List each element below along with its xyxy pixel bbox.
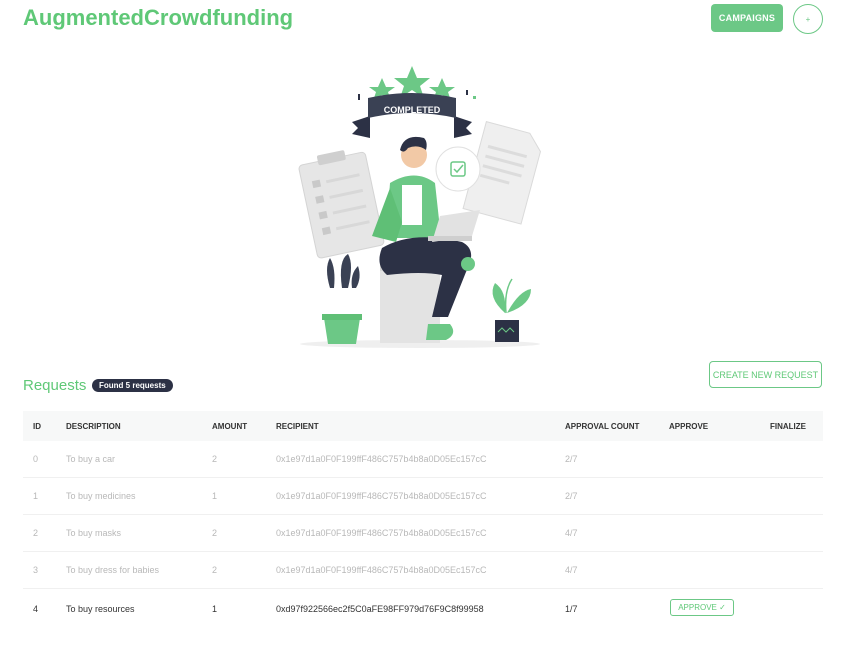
cell-id: 1 (33, 491, 39, 501)
table-row: 3 To buy dress for babies 2 0x1e97d1a0F0… (23, 552, 823, 589)
cell-approval-count: 4/7 (565, 528, 578, 538)
cell-recipient: 0x1e97d1a0F0F199ffF486C757b4b8a0D05Ec157… (276, 528, 487, 538)
cell-amount: 2 (212, 454, 218, 464)
campaigns-button[interactable]: CAMPAIGNS (711, 4, 783, 32)
col-description: DESCRIPTION (66, 422, 121, 431)
cell-description: To buy resources (66, 604, 135, 614)
add-icon[interactable]: + (793, 4, 823, 34)
cell-amount: 1 (212, 491, 218, 501)
table-header: ID DESCRIPTION AMOUNT RECIPIENT APPROVAL… (23, 411, 823, 441)
cell-recipient: 0x1e97d1a0F0F199ffF486C757b4b8a0D05Ec157… (276, 454, 487, 464)
col-recipient: RECIPIENT (276, 422, 319, 431)
ribbon-text: COMPLETED (384, 105, 441, 115)
cell-id: 2 (33, 528, 39, 538)
requests-title: Requests (23, 377, 87, 394)
completed-illustration: COMPLETED (298, 66, 541, 348)
cell-id: 3 (33, 565, 39, 575)
cell-description: To buy a car (66, 454, 116, 464)
cell-amount: 1 (212, 604, 218, 614)
brand-title[interactable]: AugmentedCrowdfunding (23, 5, 293, 31)
cell-recipient: 0xd97f922566ec2f5C0aFE98FF979d76F9C8f999… (276, 604, 484, 614)
cell-approval-count: 1/7 (565, 604, 578, 614)
col-id: ID (33, 422, 41, 431)
table-row: 2 To buy masks 2 0x1e97d1a0F0F199ffF486C… (23, 515, 823, 552)
cell-description: To buy medicines (66, 491, 136, 501)
cell-description: To buy masks (66, 528, 122, 538)
col-approve: APPROVE (669, 422, 709, 431)
cell-approval-count: 2/7 (565, 491, 578, 501)
col-approval-count: APPROVAL COUNT (565, 422, 640, 431)
table-row: 0 To buy a car 2 0x1e97d1a0F0F199ffF486C… (23, 441, 823, 478)
cell-amount: 2 (212, 528, 218, 538)
cell-id: 0 (33, 454, 39, 464)
create-request-button[interactable]: CREATE NEW REQUEST (709, 361, 822, 388)
cell-approval-count: 4/7 (565, 565, 578, 575)
cell-approval-count: 2/7 (565, 454, 578, 464)
table-row: 1 To buy medicines 1 0x1e97d1a0F0F199ffF… (23, 478, 823, 515)
table-row: 4 To buy resources 1 0xd97f922566ec2f5C0… (23, 589, 823, 629)
cell-recipient: 0x1e97d1a0F0F199ffF486C757b4b8a0D05Ec157… (276, 491, 487, 501)
col-finalize: FINALIZE (770, 422, 806, 431)
cell-description: To buy dress for babies (66, 565, 160, 575)
cell-id: 4 (33, 604, 39, 614)
cell-recipient: 0x1e97d1a0F0F199ffF486C757b4b8a0D05Ec157… (276, 565, 487, 575)
col-amount: AMOUNT (212, 422, 248, 431)
cell-amount: 2 (212, 565, 218, 575)
requests-table: ID DESCRIPTION AMOUNT RECIPIENT APPROVAL… (23, 411, 823, 629)
approve-button[interactable]: APPROVE ✓ (670, 599, 734, 616)
requests-count-badge: Found 5 requests (92, 379, 173, 392)
